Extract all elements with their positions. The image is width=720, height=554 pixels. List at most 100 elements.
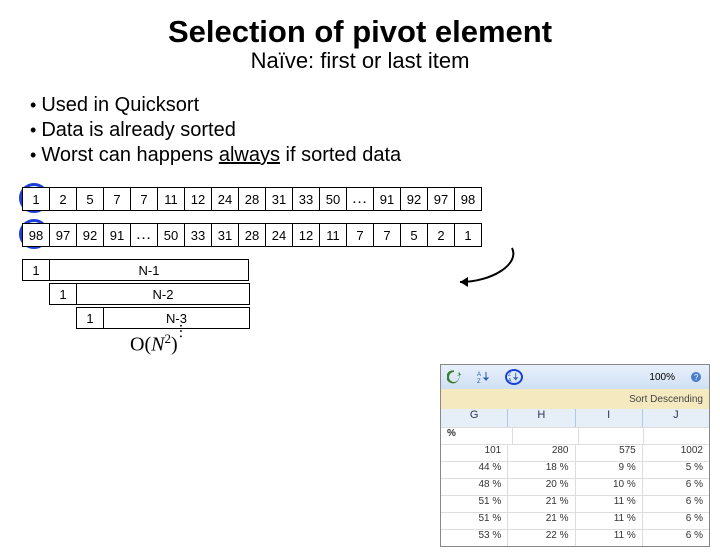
- slide-title: Selection of pivot element: [0, 14, 720, 50]
- array-cell: 7: [373, 223, 401, 247]
- refresh-icon[interactable]: [445, 369, 463, 385]
- table-row: 48 %20 %10 %6 %: [441, 478, 709, 495]
- svg-text:Z: Z: [477, 379, 481, 384]
- tooltip-text: Sort Descending: [629, 394, 703, 405]
- array-cell: 12: [292, 223, 320, 247]
- col-header[interactable]: I: [576, 409, 643, 427]
- array-descending: 98979291…5033312824121177521: [22, 223, 720, 247]
- table-cell[interactable]: 1002: [643, 445, 709, 461]
- array-cell: 31: [265, 187, 293, 211]
- arrays-area: 1257711122428313350…91929798 98979291…50…: [22, 187, 720, 247]
- array-cell: 50: [157, 223, 185, 247]
- table-cell[interactable]: 48 %: [441, 479, 508, 495]
- table-cell[interactable]: 101: [441, 445, 508, 461]
- array-cell: 7: [346, 223, 374, 247]
- array-cell: 28: [238, 223, 266, 247]
- table-cell[interactable]: 11 %: [576, 496, 643, 512]
- array-cell: 24: [265, 223, 293, 247]
- sort-desc-icon[interactable]: ZA: [505, 369, 523, 385]
- bullet-3-underline: always: [219, 144, 280, 166]
- array-cell: 1: [22, 187, 50, 211]
- array-cell: 92: [76, 223, 104, 247]
- table-cell[interactable]: 22 %: [508, 530, 575, 546]
- array-cell: 7: [130, 187, 158, 211]
- array-ascending: 1257711122428313350…91929798: [22, 187, 720, 211]
- array-cell: 98: [454, 187, 482, 211]
- rec-1-one: 1: [22, 259, 50, 281]
- array-cell: …: [130, 223, 158, 247]
- excel-toolbar: AZ ZA 100% ?: [441, 365, 709, 389]
- table-cell[interactable]: %: [441, 428, 513, 444]
- bullet-3: Worst can happens always if sorted data: [30, 144, 720, 167]
- table-row: %: [441, 427, 709, 444]
- array-cell: 97: [49, 223, 77, 247]
- array-cell: 97: [427, 187, 455, 211]
- table-cell[interactable]: 5 %: [643, 462, 709, 478]
- table-cell[interactable]: 44 %: [441, 462, 508, 478]
- bullet-3-post: if sorted data: [280, 144, 401, 166]
- table-cell[interactable]: 11 %: [576, 513, 643, 529]
- table-cell[interactable]: 20 %: [508, 479, 575, 495]
- table-cell[interactable]: 11 %: [576, 530, 643, 546]
- array-cell: 91: [373, 187, 401, 211]
- rec-2-rest: N-2: [76, 283, 250, 305]
- slide-subtitle: Naïve: first or last item: [0, 48, 720, 74]
- col-header[interactable]: J: [643, 409, 709, 427]
- array-cell: 11: [157, 187, 185, 211]
- bigO-pre: O(: [130, 334, 151, 356]
- array-cell: 2: [427, 223, 455, 247]
- table-cell[interactable]: [513, 428, 579, 444]
- table-cell[interactable]: 280: [508, 445, 575, 461]
- array-cell: 91: [103, 223, 131, 247]
- table-cell[interactable]: 18 %: [508, 462, 575, 478]
- col-header[interactable]: G: [441, 409, 508, 427]
- excel-col-headers: GHIJ: [441, 409, 709, 427]
- table-cell[interactable]: 9 %: [576, 462, 643, 478]
- sort-asc-icon[interactable]: AZ: [475, 369, 493, 385]
- table-cell[interactable]: 6 %: [643, 479, 709, 495]
- zoom-value[interactable]: 100%: [649, 372, 675, 383]
- rec-row-1: 1 N-1: [22, 259, 720, 281]
- table-cell[interactable]: 21 %: [508, 513, 575, 529]
- array-cell: 7: [103, 187, 131, 211]
- vertical-dots: …: [175, 323, 193, 338]
- bullet-2: Data is already sorted: [30, 119, 720, 142]
- svg-text:?: ?: [694, 373, 699, 382]
- rec-2-one: 1: [49, 283, 77, 305]
- table-cell[interactable]: 51 %: [441, 513, 508, 529]
- table-cell[interactable]: [644, 428, 709, 444]
- array-cell: 12: [184, 187, 212, 211]
- array-cell: 28: [238, 187, 266, 211]
- excel-snippet: AZ ZA 100% ? Sort Descending GHIJ %10128…: [440, 364, 710, 547]
- array-cell: 92: [400, 187, 428, 211]
- table-cell[interactable]: 10 %: [576, 479, 643, 495]
- array-cell: 1: [454, 223, 482, 247]
- table-row: 51 %21 %11 %6 %: [441, 495, 709, 512]
- table-row: 51 %21 %11 %6 %: [441, 512, 709, 529]
- array-cell: …: [346, 187, 374, 211]
- array-cell: 2: [49, 187, 77, 211]
- col-header[interactable]: H: [508, 409, 575, 427]
- help-icon[interactable]: ?: [687, 369, 705, 385]
- array-cell: 98: [22, 223, 50, 247]
- array-cell: 33: [292, 187, 320, 211]
- svg-text:A: A: [477, 372, 481, 378]
- table-cell[interactable]: 6 %: [643, 513, 709, 529]
- excel-data-grid: %101280575100244 %18 %9 %5 %48 %20 %10 %…: [441, 427, 709, 546]
- array-cell: 31: [211, 223, 239, 247]
- recursion-diagram: 1 N-1 1 N-2 1 N-3: [22, 259, 720, 329]
- bigO-var: N: [151, 334, 164, 356]
- table-cell[interactable]: 51 %: [441, 496, 508, 512]
- table-row: 53 %22 %11 %6 %: [441, 529, 709, 546]
- table-cell[interactable]: 53 %: [441, 530, 508, 546]
- table-cell[interactable]: 6 %: [643, 496, 709, 512]
- table-cell[interactable]: [579, 428, 645, 444]
- bullet-3-pre: Worst can happens: [41, 144, 219, 166]
- table-cell[interactable]: 575: [576, 445, 643, 461]
- rec-row-2: 1 N-2: [22, 283, 720, 305]
- rec-1-rest: N-1: [49, 259, 249, 281]
- array-cell: 33: [184, 223, 212, 247]
- array-cell: 11: [319, 223, 347, 247]
- table-cell[interactable]: 21 %: [508, 496, 575, 512]
- table-cell[interactable]: 6 %: [643, 530, 709, 546]
